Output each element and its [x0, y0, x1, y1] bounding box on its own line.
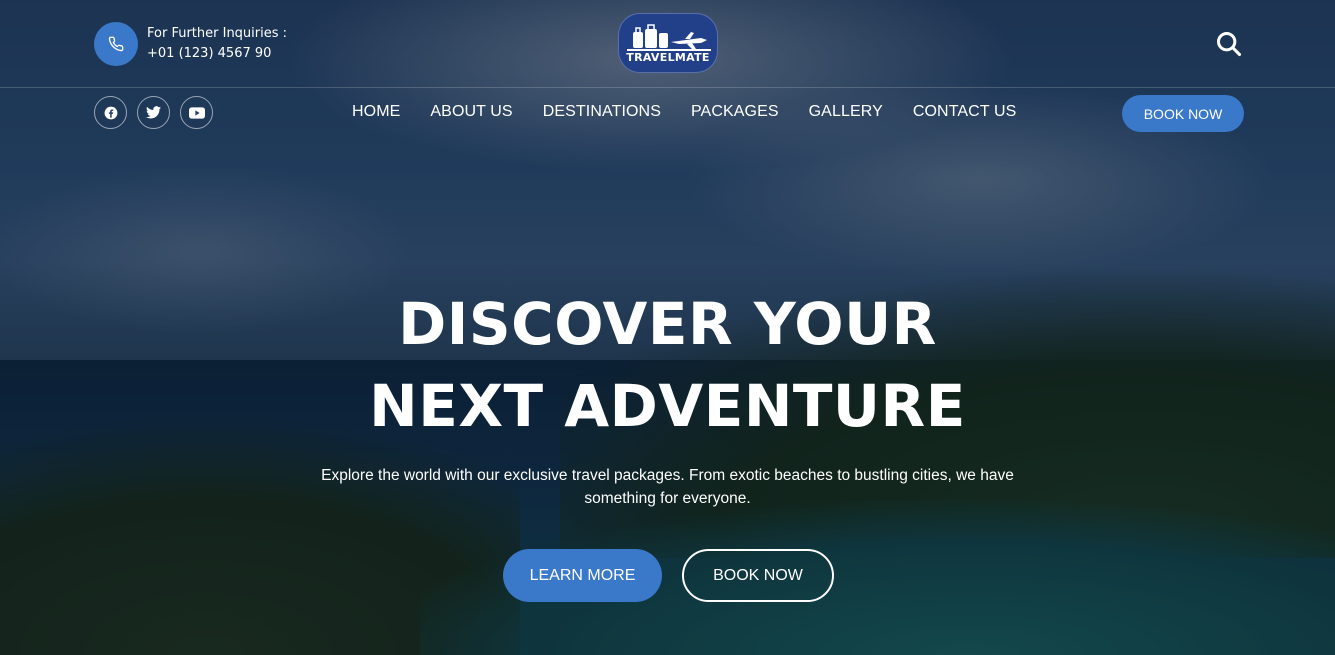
search-icon[interactable]: [1215, 30, 1243, 58]
nav-item-contact-us[interactable]: CONTACT US: [913, 103, 1017, 121]
hero-headline-line-2: NEXT ADVENTURE: [369, 372, 966, 440]
hero-headline: DISCOVER YOUR NEXT ADVENTURE: [0, 283, 1335, 447]
nav-item-gallery[interactable]: GALLERY: [809, 103, 883, 121]
facebook-icon: [104, 106, 117, 119]
top-bar: For Further Inquiries : +01 (123) 4567 9…: [0, 0, 1335, 88]
twitter-icon: [146, 106, 161, 119]
nav-item-about-us[interactable]: ABOUT US: [430, 103, 512, 121]
phone-button[interactable]: [94, 22, 138, 66]
main-nav: HOME ABOUT US DESTINATIONS PACKAGES GALL…: [352, 103, 1016, 121]
site-logo[interactable]: TRAVELMATE: [618, 13, 718, 73]
youtube-button[interactable]: [180, 96, 213, 129]
social-links: [94, 96, 213, 129]
hero-headline-line-1: DISCOVER YOUR: [398, 290, 937, 358]
learn-more-button[interactable]: LEARN MORE: [503, 549, 662, 602]
nav-item-destinations[interactable]: DESTINATIONS: [543, 103, 661, 121]
hero-subtext: Explore the world with our exclusive tra…: [321, 467, 1014, 507]
logo-luggage-plane-icon: [627, 24, 711, 51]
phone-icon: [108, 36, 124, 52]
facebook-button[interactable]: [94, 96, 127, 129]
contact-label: For Further Inquiries :: [147, 26, 288, 41]
hero-book-now-button[interactable]: BOOK NOW: [682, 549, 834, 602]
contact-phone[interactable]: +01 (123) 4567 90: [147, 44, 287, 64]
header-book-now-button[interactable]: BOOK NOW: [1122, 95, 1244, 132]
twitter-button[interactable]: [137, 96, 170, 129]
youtube-icon: [188, 106, 205, 119]
nav-item-packages[interactable]: PACKAGES: [691, 103, 779, 121]
contact-block: For Further Inquiries : +01 (123) 4567 9…: [94, 22, 287, 66]
nav-item-home[interactable]: HOME: [352, 103, 400, 121]
contact-text: For Further Inquiries : +01 (123) 4567 9…: [147, 24, 287, 64]
